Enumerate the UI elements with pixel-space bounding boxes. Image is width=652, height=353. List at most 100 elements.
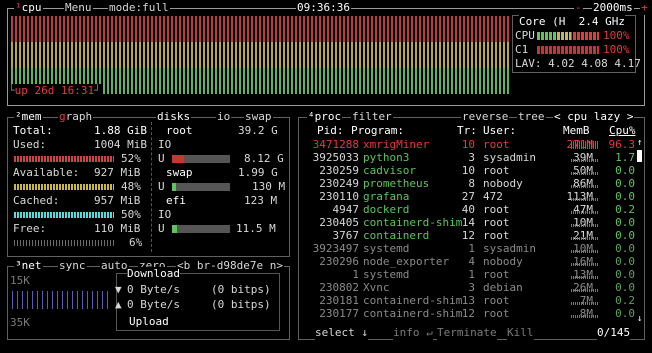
core1-percent: 100% — [603, 43, 630, 56]
process-pid: 230405 — [319, 216, 359, 229]
net-scale-top: 15K — [10, 274, 30, 287]
process-row[interactable]: 3471288xmrigMiner10root271M96.3 — [299, 138, 635, 151]
process-user: root — [483, 229, 510, 242]
proc-sort-selector[interactable]: < cpu lazy > — [553, 110, 635, 124]
process-tr: 12 — [461, 307, 475, 320]
menu-button[interactable]: Menu — [64, 1, 93, 15]
process-program: containerd — [363, 229, 430, 242]
process-row[interactable]: 230296 node_exporter 4 nobody 16M 0.0 — [299, 255, 635, 268]
select-button[interactable]: select ↓ — [315, 326, 368, 340]
process-row[interactable]: 3923497 systemd 1 sysadmin 10M 0.0 — [299, 242, 635, 255]
process-list: 3471288xmrigMiner10root271M96.33925033py… — [299, 138, 644, 322]
mode-button[interactable]: mode:full — [108, 1, 170, 15]
disk-swap-size: 1.99 G — [238, 166, 278, 179]
cpu-tab[interactable]: ¹cpu — [14, 1, 43, 15]
cpu-total-label: CPU — [515, 29, 535, 42]
process-user: root — [483, 138, 510, 151]
proc-tab[interactable]: ⁴proc — [307, 110, 343, 124]
col-cpu[interactable]: Cpu% — [609, 124, 636, 138]
net-sync-toggle[interactable]: sync — [58, 259, 87, 273]
kill-button[interactable]: Kill — [507, 326, 534, 340]
process-pid: 4947 — [332, 203, 360, 216]
process-row[interactable]: 230249 prometheus 8 nobody 86M 0.0 — [299, 177, 635, 190]
process-cpu-graph — [571, 224, 599, 227]
upload-label: Upload — [129, 315, 169, 329]
process-cpu: 0.2 — [615, 294, 635, 307]
process-tr: 3 — [468, 151, 475, 164]
disk-swap-meter — [172, 183, 230, 191]
process-user: root — [483, 307, 510, 320]
process-tr: 4 — [468, 255, 475, 268]
process-pid: 230802 — [319, 281, 359, 294]
mem-cached-meter — [14, 212, 114, 218]
proc-scrollbar[interactable]: ↑ ↓ — [637, 138, 642, 324]
disk-efi-io-label: IO — [158, 208, 172, 221]
process-row[interactable]: 3767 containerd 12 root 21M 0.0 — [299, 229, 636, 242]
process-cpu-graph — [571, 289, 599, 292]
process-cpu: 0.0 — [615, 242, 635, 255]
clock: 09:36:36 — [296, 1, 351, 15]
process-mem: 39M — [573, 151, 593, 164]
process-cpu-graph — [571, 237, 599, 240]
process-row[interactable]: 230259 cadvisor 10 root 50M 0.0 — [299, 164, 635, 177]
mem-tab[interactable]: ²mem — [14, 110, 43, 124]
process-cpu: 0.0 — [615, 190, 635, 203]
process-user: debian — [483, 281, 523, 294]
io-toggle[interactable]: io — [216, 110, 232, 124]
net-interface-selector[interactable]: <b br-d98de7e n> — [176, 259, 284, 273]
disk-efi-used-label: U — [158, 222, 165, 235]
cpu-total-percent: 100% — [603, 29, 630, 42]
core1-meter — [537, 46, 599, 54]
proc-tree-toggle[interactable]: tree — [517, 110, 546, 124]
process-tr: 10 — [461, 164, 475, 177]
interval-decrease-button[interactable]: - — [574, 1, 583, 15]
proc-scrollbar-thumb[interactable] — [637, 150, 642, 162]
process-cpu: 1.7 — [615, 151, 635, 164]
process-row[interactable]: 4947 dockerd 40 root 47M 0.2 — [299, 203, 636, 216]
process-cpu: 0.0 — [615, 164, 635, 177]
process-mem: 113M — [566, 190, 594, 203]
interval-increase-button[interactable]: + — [640, 1, 649, 15]
process-program: containerd-shim — [363, 307, 463, 320]
process-pid: 230296 — [319, 255, 359, 268]
proc-scrollbar-up[interactable]: ↑ — [637, 138, 642, 148]
process-row[interactable]: 230110 grafana 27 472 113M 0.0 — [299, 190, 635, 203]
swap-toggle[interactable]: swap — [244, 110, 273, 124]
process-pid: 230181 — [319, 294, 359, 307]
process-row[interactable]: 230405 containerd-shim 14 root 10M 0.0 — [299, 216, 635, 229]
process-row[interactable]: 3925033 python3 3 sysadmin 39M 1.7 — [299, 151, 635, 164]
proc-panel: ⁴proc filter reverse tree < cpu lazy > P… — [298, 110, 645, 340]
process-row[interactable]: 230802 Xvnc 3 debian 26M 0.0 — [299, 281, 635, 294]
mem-graph-toggle[interactable]: graph — [58, 110, 94, 124]
download-label: Download — [127, 267, 180, 281]
mem-panel: ²mem graph disks io swap Total: 1.88 GiB… — [7, 110, 290, 257]
terminate-button[interactable]: Terminate — [437, 326, 497, 340]
process-tr: 40 — [461, 203, 475, 216]
disk-efi-label: efi — [166, 194, 186, 207]
mem-cached-percent: 50% — [121, 208, 141, 221]
process-pid: 230110 — [319, 190, 359, 203]
disks-tab[interactable]: disks — [156, 110, 192, 124]
disk-swap-label: swap — [166, 166, 193, 179]
process-row[interactable]: 230177 containerd-shim 12 root 8M 0.0 — [299, 307, 635, 320]
col-pid[interactable]: Pid: — [317, 124, 344, 138]
load-average: LAV: 4.02 4.08 4.17 — [515, 57, 641, 70]
proc-scrollbar-down[interactable]: ↓ — [637, 314, 642, 324]
col-threads[interactable]: Tr: — [457, 124, 477, 138]
process-user: nobody — [483, 177, 523, 190]
process-row[interactable]: 1 systemd 1 root 13M 0.0 — [299, 268, 635, 281]
net-auto-toggle[interactable]: auto — [100, 259, 129, 273]
col-mem[interactable]: MemB — [563, 124, 590, 138]
process-row[interactable]: 230181 containerd-shim 13 root 7M 0.2 — [299, 294, 635, 307]
process-pid: 3923497 — [312, 242, 359, 255]
col-user[interactable]: User: — [483, 124, 516, 138]
proc-filter[interactable]: filter — [351, 110, 393, 124]
info-button[interactable]: info ↵ — [393, 326, 433, 340]
net-tab[interactable]: ³net — [14, 259, 43, 273]
col-program[interactable]: Program: — [351, 124, 404, 138]
upload-icon: ▲ — [115, 298, 122, 311]
mem-used-label: Used: — [13, 138, 47, 151]
process-program: cadvisor — [363, 164, 416, 177]
core1-label: C1 — [515, 43, 529, 56]
proc-reverse-toggle[interactable]: reverse — [461, 110, 510, 124]
